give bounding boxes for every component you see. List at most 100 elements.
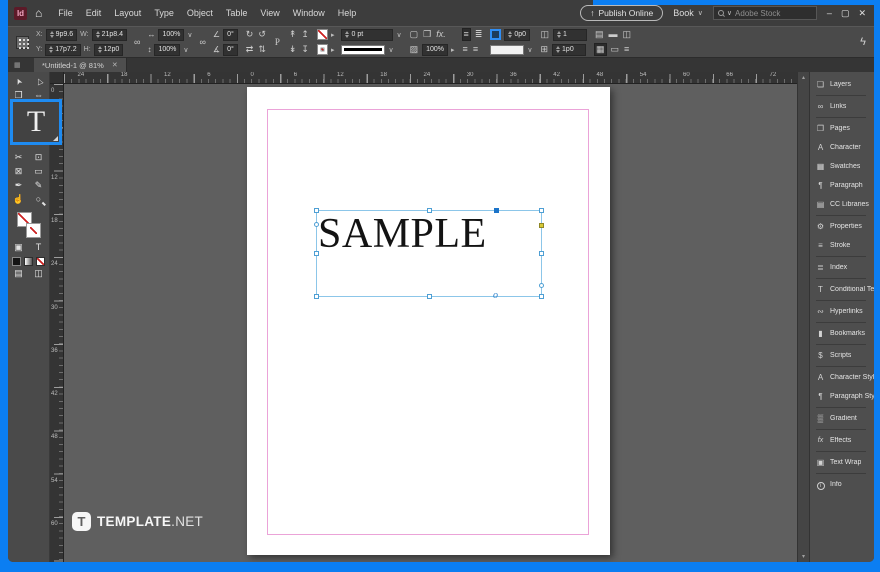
panel-hyperlinks[interactable]: ∾ Hyperlinks	[810, 302, 874, 321]
menu-file[interactable]: File	[58, 8, 73, 18]
tab-close-icon[interactable]: ✕	[112, 61, 118, 69]
apply-color-button[interactable]	[12, 257, 21, 266]
handle-middle-left[interactable]	[314, 251, 319, 256]
menu-view[interactable]: View	[260, 8, 279, 18]
fill-swatch[interactable]	[316, 29, 328, 40]
gutter-field[interactable]: 1p0	[552, 43, 587, 56]
apply-gradient-button[interactable]	[24, 257, 33, 266]
rotate-cw-button[interactable]: ↻	[245, 29, 255, 40]
panel-stroke[interactable]: ≡ Stroke	[810, 236, 874, 255]
opacity-field[interactable]: 100%	[422, 43, 449, 56]
swatch-dropdown[interactable]	[490, 44, 525, 55]
panel-index[interactable]: ≣ Index	[810, 258, 874, 277]
constrain-scale-icon[interactable]: ∞	[199, 37, 205, 47]
panel-bookmarks[interactable]: ▮ Bookmarks	[810, 324, 874, 343]
pen-tool[interactable]: ✒	[11, 179, 27, 192]
screen-mode[interactable]: ◫	[31, 267, 47, 280]
flyout-icon[interactable]: ▸	[451, 46, 455, 54]
vertical-scrollbar[interactable]: ▴ ▾	[797, 72, 809, 562]
menu-object[interactable]: Object	[187, 8, 213, 18]
w-field[interactable]: 21p8.4	[91, 28, 128, 41]
out-port-handle[interactable]	[539, 283, 544, 288]
scroll-down-icon[interactable]: ▾	[802, 553, 805, 560]
document-tab[interactable]: *Untitled-1 @ 81% ✕	[34, 58, 127, 72]
rectangle-frame-tool[interactable]: ⊠	[11, 165, 27, 178]
menu-type[interactable]: Type	[154, 8, 174, 18]
menu-window[interactable]: Window	[293, 8, 325, 18]
shear-field[interactable]: 0°	[223, 43, 238, 56]
menu-edit[interactable]: Edit	[86, 8, 102, 18]
ruler-corner[interactable]	[50, 72, 64, 84]
maximize-button[interactable]: ▢	[841, 8, 850, 19]
horizontal-ruler[interactable]: 24 18 12 6 0 6 12 18 24 30 36 42 48 54 60 66 72	[64, 72, 797, 84]
vjustify-button[interactable]: ▦	[594, 43, 607, 56]
inset-field[interactable]: 0p0	[504, 28, 531, 41]
scale-x-field[interactable]: 100%	[158, 28, 185, 41]
vjustify-button[interactable]: ▬	[608, 29, 619, 40]
zoom-tool[interactable]: ○	[31, 193, 47, 206]
flyout-icon[interactable]: ▸	[331, 46, 335, 54]
h-field[interactable]: 12p0	[93, 43, 124, 56]
menu-table[interactable]: Table	[226, 8, 248, 18]
columns-field[interactable]: 1	[553, 28, 587, 41]
panel-paragraph-styles[interactable]: ¶ Paragraph Styles	[810, 387, 874, 406]
chevron-down-icon[interactable]: ∨	[187, 31, 192, 39]
panel-layers[interactable]: ❏ Layers	[810, 75, 874, 94]
constrain-dimensions-icon[interactable]: ∞	[134, 37, 140, 47]
vjustify-button[interactable]: ▤	[594, 29, 605, 40]
fx-button[interactable]: fx.	[435, 29, 447, 40]
panel-paragraph[interactable]: ¶ Paragraph	[810, 176, 874, 195]
rectangle-tool[interactable]: ▭	[31, 165, 47, 178]
chevron-down-icon[interactable]: ∨	[388, 46, 393, 54]
panel-effects[interactable]: fx Effects	[810, 431, 874, 450]
select-next-button[interactable]: ↧	[300, 44, 310, 55]
vjustify-button[interactable]: ≡	[623, 44, 630, 55]
select-previous-button[interactable]: ↥	[300, 29, 310, 40]
select-container-button[interactable]: ↟	[288, 29, 298, 40]
handle-top-right[interactable]	[539, 208, 544, 213]
home-icon[interactable]: ⌂	[35, 7, 42, 19]
scroll-up-icon[interactable]: ▴	[802, 74, 805, 81]
apply-none-button[interactable]	[36, 257, 45, 266]
panel-gradient[interactable]: ▒ Gradient	[810, 409, 874, 428]
chevron-down-icon[interactable]: ∨	[527, 46, 532, 54]
chevron-down-icon[interactable]: ∨	[396, 31, 401, 39]
fill-stroke-swatches[interactable]	[16, 212, 41, 238]
flip-horizontal-button[interactable]: ⇄	[245, 44, 255, 55]
handle-bottom-center[interactable]	[427, 294, 432, 299]
corner-options-icon[interactable]: ▢	[409, 29, 420, 40]
panel-conditional-text[interactable]: T Conditional Text	[810, 280, 874, 299]
minimize-button[interactable]: –	[827, 8, 832, 19]
handle-top-left[interactable]	[314, 208, 319, 213]
vertical-ruler[interactable]: 0612182430364248546066	[50, 84, 64, 562]
pasteboard[interactable]: SAMPLE o T TEMPLATE.NET	[64, 84, 797, 562]
type-tool-highlighted[interactable]: T	[10, 99, 62, 145]
formatting-affects-text[interactable]: T	[31, 241, 47, 254]
scale-y-field[interactable]: 100%	[154, 43, 181, 56]
align-button[interactable]: ≡	[461, 28, 471, 41]
toolbar-stroke-swatch[interactable]	[25, 223, 41, 238]
panel-text-wrap[interactable]: ▣ Text Wrap	[810, 453, 874, 472]
panel-scripts[interactable]: $ Scripts	[810, 346, 874, 365]
vjustify-button[interactable]: ◫	[622, 29, 633, 40]
selected-anchor[interactable]	[494, 208, 499, 213]
scissors-tool[interactable]: ✂	[11, 151, 27, 164]
reference-point-proxy[interactable]	[16, 35, 29, 49]
object-style-icon[interactable]: ❒	[422, 29, 432, 40]
panel-properties[interactable]: ⚙ Properties	[810, 217, 874, 236]
menu-help[interactable]: Help	[338, 8, 357, 18]
handle-middle-right[interactable]	[539, 251, 544, 256]
stroke-swatch[interactable]	[316, 44, 328, 55]
corner-options-handle[interactable]	[539, 223, 544, 228]
handle-bottom-right[interactable]	[539, 294, 544, 299]
panel-character[interactable]: A Character	[810, 138, 874, 157]
panel-info[interactable]: i Info	[810, 475, 874, 494]
close-button[interactable]: ✕	[858, 8, 866, 19]
panel-character-styles[interactable]: A Character Styles	[810, 368, 874, 387]
in-port[interactable]	[314, 222, 319, 227]
stroke-weight-field[interactable]: 0 pt	[341, 28, 394, 41]
panel-swatches[interactable]: ▦ Swatches	[810, 157, 874, 176]
rotate-ccw-button[interactable]: ↺	[257, 29, 267, 40]
align-button[interactable]: ≣	[474, 29, 484, 40]
publish-online-button[interactable]: ↑ Publish Online	[580, 5, 664, 21]
